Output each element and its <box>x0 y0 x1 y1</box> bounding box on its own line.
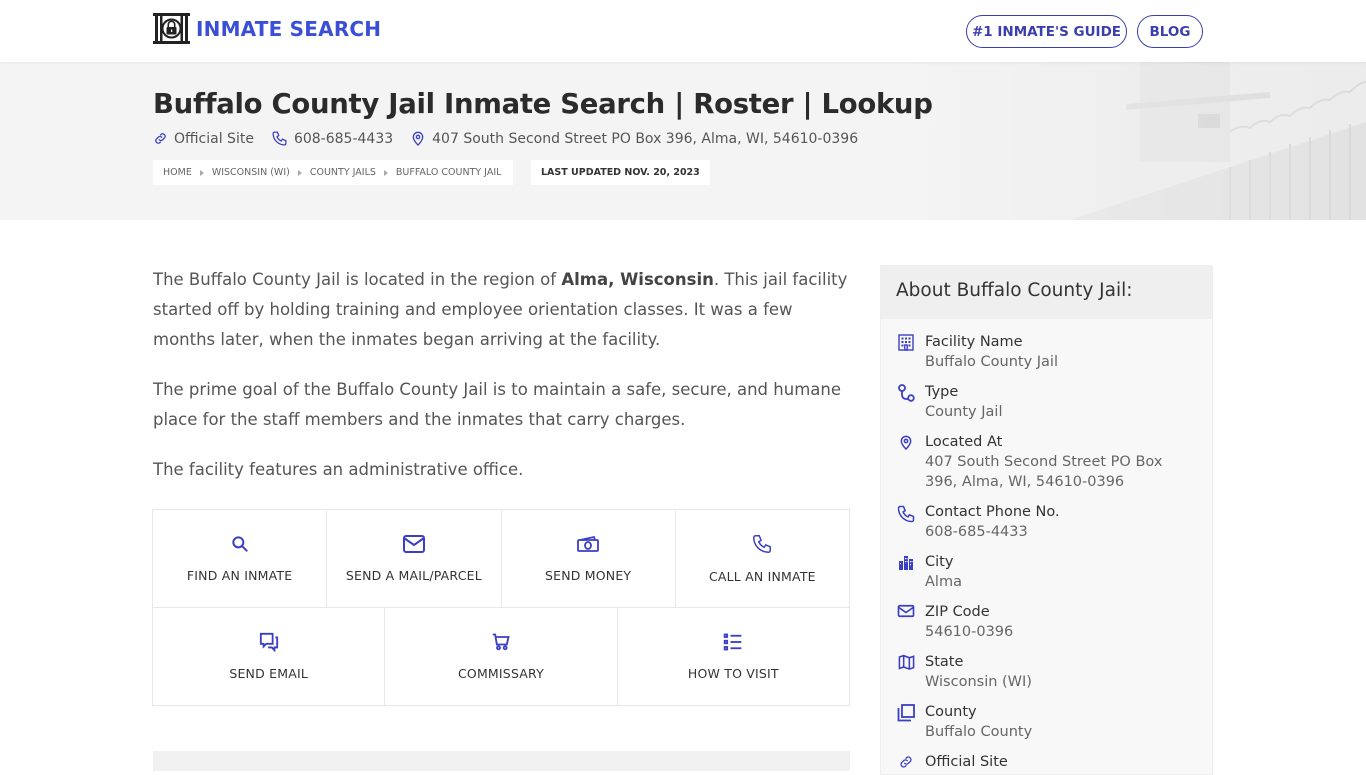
item-label: City <box>925 554 954 570</box>
location-pin-icon <box>412 131 424 146</box>
logo-text: INMATE SEARCH <box>196 16 382 41</box>
sidebar-item-zip: ZIP Code 54610-0396 <box>895 602 1013 642</box>
action-label: FIND AN INMATE <box>186 568 293 583</box>
action-label: HOW TO VISIT <box>687 666 779 681</box>
location-highlight: Alma, Wisconsin <box>561 270 714 289</box>
description-paragraph-2: The prime goal of the Buffalo County Jai… <box>153 380 841 429</box>
official-site-label: Official Site <box>174 130 254 147</box>
last-updated-badge: LAST UPDATED NOV. 20, 2023 <box>531 160 710 185</box>
breadcrumb-county-jails[interactable]: COUNTY JAILS <box>310 167 376 178</box>
send-email-button[interactable]: SEND EMAIL <box>153 608 386 705</box>
phone-icon <box>753 535 772 553</box>
jail-lock-logo-icon <box>153 13 190 44</box>
action-label: COMMISSARY <box>457 666 544 681</box>
breadcrumb-separator-icon <box>199 169 204 176</box>
action-grid: FIND AN INMATE SEND A MAIL/PARCEL SEND M… <box>152 509 850 706</box>
item-value: County Jail <box>925 404 1003 420</box>
item-value: 407 South Second Street PO Box 396, Alma… <box>925 454 1163 490</box>
action-label: SEND MONEY <box>544 568 632 583</box>
item-label: Facility Name <box>925 334 1023 350</box>
item-label: Type <box>925 384 959 400</box>
send-mail-button[interactable]: SEND A MAIL/PARCEL <box>327 510 502 607</box>
location-pin-icon <box>900 435 912 451</box>
item-label: State <box>925 654 964 670</box>
item-label: County <box>925 704 977 720</box>
item-label: Located At <box>925 434 1003 450</box>
phone-link[interactable]: 608-685-4433 <box>271 130 393 147</box>
cart-icon <box>492 633 510 651</box>
call-inmate-button[interactable]: CALL AN INMATE <box>676 510 849 607</box>
breadcrumb-separator-icon <box>383 169 388 176</box>
send-money-button[interactable]: SEND MONEY <box>502 510 676 607</box>
hero-banner: Buffalo County Jail Inmate Search | Rost… <box>0 62 1366 220</box>
map-icon <box>898 654 914 670</box>
breadcrumb: HOME WISCONSIN (WI) COUNTY JAILS BUFFALO… <box>153 160 514 185</box>
chat-icon <box>259 632 278 652</box>
sidebar-item-city: City Alma <box>895 552 962 592</box>
mail-icon <box>897 604 915 618</box>
money-icon <box>577 535 600 552</box>
inmates-guide-button[interactable]: #1 INMATE'S GUIDE <box>966 15 1127 48</box>
facility-description: The Buffalo County Jail is located in th… <box>153 265 850 505</box>
next-section-panel <box>153 751 850 771</box>
item-label: ZIP Code <box>925 604 990 620</box>
official-site-link[interactable]: Official Site <box>153 131 254 147</box>
city-icon <box>899 556 913 570</box>
sidebar-item-official-site[interactable]: Official Site <box>895 752 1008 772</box>
building-icon <box>898 334 914 351</box>
action-label: SEND A MAIL/PARCEL <box>345 568 482 583</box>
find-inmate-button[interactable]: FIND AN INMATE <box>153 510 328 607</box>
sidebar-item-type: Type County Jail <box>895 382 1002 422</box>
item-label: Official Site <box>925 754 1008 770</box>
about-facility-sidebar: About Buffalo County Jail: Facility Name… <box>880 265 1213 775</box>
mail-icon <box>402 535 425 553</box>
sidebar-item-county: County Buffalo County <box>895 702 1032 742</box>
facility-meta: Official Site 608-685-4433 407 South Sec… <box>153 130 875 147</box>
breadcrumb-home[interactable]: HOME <box>163 167 192 178</box>
description-paragraph-1: The Buffalo County Jail is located in th… <box>153 265 850 355</box>
item-value: 54610-0396 <box>925 624 1014 640</box>
phone-icon <box>897 505 915 523</box>
address-text: 407 South Second Street PO Box 396, Alma… <box>432 130 859 147</box>
phone-value-link[interactable]: 608-685-4433 <box>925 522 1060 542</box>
commissary-button[interactable]: COMMISSARY <box>385 608 618 705</box>
action-label: CALL AN INMATE <box>708 569 816 584</box>
site-logo[interactable]: INMATE SEARCH <box>153 13 381 44</box>
item-value: Buffalo County <box>925 724 1033 740</box>
description-paragraph-3: The facility features an administrative … <box>153 460 524 479</box>
address: 407 South Second Street PO Box 396, Alma… <box>410 131 858 147</box>
breadcrumb-current[interactable]: BUFFALO COUNTY JAIL <box>396 167 502 178</box>
page-title: Buffalo County Jail Inmate Search | Rost… <box>153 88 933 120</box>
blog-button[interactable]: BLOG <box>1137 15 1203 48</box>
copy-icon <box>897 704 915 722</box>
sidebar-item-state: State Wisconsin (WI) <box>895 652 1032 692</box>
text: The Buffalo County Jail is located in th… <box>153 270 562 289</box>
sidebar-item-located-at: Located At 407 South Second Street PO Box… <box>895 432 1195 492</box>
sidebar-item-facility-name: Facility Name Buffalo County Jail <box>895 332 1058 372</box>
link-icon <box>155 133 166 144</box>
phone-number: 608-685-4433 <box>293 130 394 147</box>
list-icon <box>724 633 742 651</box>
item-label: Contact Phone No. <box>925 504 1060 520</box>
breadcrumb-state[interactable]: WISCONSIN (WI) <box>212 167 290 178</box>
top-navbar: INMATE SEARCH #1 INMATE'S GUIDE BLOG <box>0 0 1366 62</box>
search-icon <box>231 536 248 552</box>
item-value: Alma <box>925 574 962 590</box>
sidebar-item-phone: Contact Phone No. 608-685-4433 <box>895 502 1060 542</box>
breadcrumb-separator-icon <box>297 169 302 176</box>
how-to-visit-button[interactable]: HOW TO VISIT <box>618 608 849 705</box>
route-icon <box>898 384 915 402</box>
phone-icon <box>272 131 287 146</box>
item-value: Wisconsin (WI) <box>925 674 1032 690</box>
prison-tower-background-image <box>900 62 1366 220</box>
item-value: Buffalo County Jail <box>925 354 1058 370</box>
action-label: SEND EMAIL <box>229 666 308 681</box>
sidebar-title: About Buffalo County Jail: <box>881 266 1212 319</box>
